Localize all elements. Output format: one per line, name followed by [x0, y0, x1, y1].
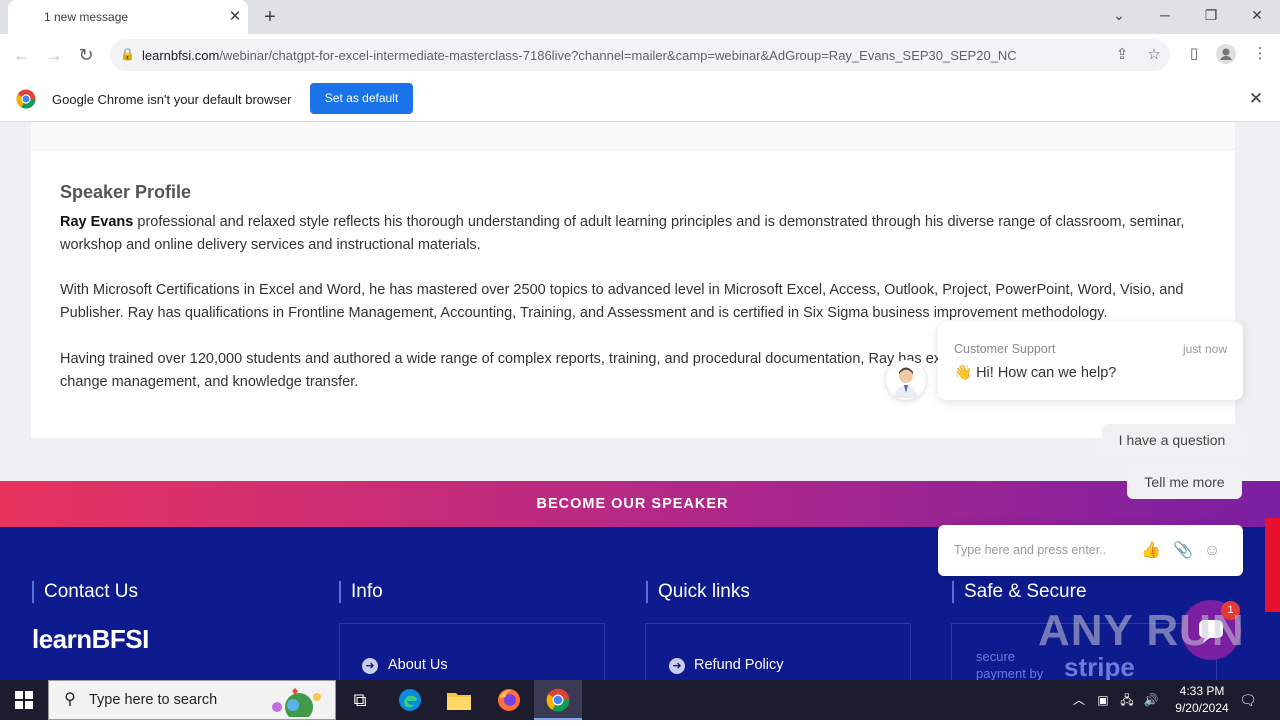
profile-avatar-icon[interactable] [1214, 42, 1238, 66]
speaker-bio-paragraph-2: With Microsoft Certifications in Excel a… [60, 282, 1184, 321]
stripe-logo: stripe [1064, 652, 1135, 680]
chat-input-box: Type here and press enter.. 👍 📎 ☺ [938, 525, 1243, 576]
tab-search-icon[interactable]: ⌄ [1104, 4, 1134, 26]
arrow-circle-icon: ➜ [362, 658, 378, 674]
lock-icon[interactable]: 🔒 [120, 47, 135, 61]
bookmark-star-icon[interactable]: ☆ [1142, 43, 1166, 67]
close-window-button[interactable]: ✕ [1242, 4, 1272, 26]
become-speaker-banner[interactable]: BECOME OUR SPEAKER [0, 481, 1280, 527]
task-view-icon[interactable]: ⧉ [336, 680, 384, 720]
page-content: Speaker Profile Ray Evans professional a… [0, 122, 1280, 680]
url-path: /webinar/chatgpt-for-excel-intermediate-… [219, 48, 1017, 63]
info-links-box [339, 623, 605, 680]
network-icon[interactable]: 🖧 [1118, 692, 1136, 708]
tray-chevron-up-icon[interactable]: ︿ [1070, 692, 1088, 708]
notification-center-icon[interactable]: 🗨 [1238, 690, 1258, 710]
feedback-tab[interactable] [1265, 518, 1280, 612]
reload-button[interactable]: ↻ [74, 43, 98, 67]
tab-close-icon[interactable]: ✕ [226, 8, 244, 26]
search-highlight-icon [261, 685, 331, 722]
infobar-close-icon[interactable]: ✕ [1246, 89, 1266, 109]
windows-start-icon[interactable] [0, 680, 48, 720]
windows-taskbar: ⚲ Type here to search ⧉ ︿ ▣ 🖧 🔊 4:33 PM … [0, 680, 1280, 722]
browser-tab[interactable]: 1 new message ✕ [8, 0, 248, 34]
arrow-circle-icon: ➜ [669, 658, 685, 674]
taskbar-search-box[interactable]: ⚲ Type here to search [48, 680, 336, 722]
thumbs-up-icon[interactable]: 👍 [1140, 540, 1162, 562]
browser-toolbar: ← → ↻ 🔒 learnbfsi.com/webinar/chatgpt-fo… [0, 34, 1280, 76]
back-button[interactable]: ← [10, 43, 34, 67]
minimize-button[interactable]: ─ [1150, 4, 1180, 26]
share-icon[interactable]: ⇪ [1110, 43, 1134, 67]
paperclip-icon[interactable]: 📎 [1172, 540, 1194, 562]
quick-reply-tell-more[interactable]: Tell me more [1127, 466, 1242, 499]
url-host: learnbfsi.com [142, 48, 220, 63]
chat-message-bubble: Customer Support just now 👋 Hi! How can … [938, 322, 1243, 400]
new-tab-button[interactable]: + [258, 6, 282, 28]
footer-info-title: Info [339, 581, 383, 603]
footer-safe-secure-title: Safe & Secure [952, 581, 1087, 603]
emoji-icon[interactable]: ☺ [1201, 540, 1223, 562]
tab-strip: 1 new message ✕ + ⌄ ─ ❐ ✕ [0, 0, 1280, 34]
clock-date[interactable]: 9/20/2024 [1166, 701, 1238, 715]
infobar-message: Google Chrome isn't your default browser [52, 92, 292, 107]
about-us-link[interactable]: About Us [388, 657, 448, 673]
default-browser-infobar: Google Chrome isn't your default browser… [0, 76, 1280, 122]
chat-timestamp: just now [1182, 342, 1227, 356]
forward-button[interactable]: → [42, 43, 66, 67]
menu-kebab-icon[interactable]: ⋮ [1248, 42, 1272, 66]
speaker-bio-text-1: professional and relaxed style reflects … [60, 214, 1185, 253]
quick-reply-question[interactable]: I have a question [1102, 424, 1242, 457]
chat-greeting-message: 👋 Hi! How can we help? [954, 365, 1117, 381]
chat-agent-name: Customer Support [954, 342, 1056, 356]
restore-button[interactable]: ❐ [1196, 4, 1226, 26]
volume-icon[interactable]: 🔊 [1142, 692, 1160, 708]
side-panel-icon[interactable]: ▯ [1182, 42, 1206, 66]
secure-payment-text: secure payment by [976, 649, 1044, 680]
speaker-name: Ray Evans [60, 214, 134, 230]
edge-icon[interactable] [386, 680, 434, 720]
learnbfsi-logo[interactable]: learnBFSI [32, 624, 149, 655]
chrome-logo-icon [16, 89, 36, 114]
firefox-icon[interactable] [485, 680, 533, 720]
footer-contact-title: Contact Us [32, 581, 138, 603]
become-speaker-label: BECOME OUR SPEAKER [536, 496, 729, 512]
tray-device-icon[interactable]: ▣ [1094, 692, 1112, 708]
card-divider [31, 122, 1235, 150]
url-text: learnbfsi.com/webinar/chatgpt-for-excel-… [142, 48, 1017, 63]
address-bar[interactable]: 🔒 learnbfsi.com/webinar/chatgpt-for-exce… [110, 39, 1170, 71]
speaker-bio-paragraph-1: Ray Evans professional and relaxed style… [60, 211, 1210, 257]
set-as-default-button[interactable]: Set as default [310, 83, 413, 114]
speaker-profile-heading: Speaker Profile [60, 182, 192, 202]
anyrun-watermark: ANY RUN [1038, 606, 1245, 655]
file-explorer-icon[interactable] [435, 680, 483, 720]
clock-time[interactable]: 4:33 PM [1172, 684, 1232, 698]
footer-quick-links-title: Quick links [646, 581, 750, 603]
chrome-taskbar-icon[interactable] [534, 680, 582, 720]
support-agent-avatar [886, 360, 926, 400]
refund-policy-link[interactable]: Refund Policy [694, 657, 783, 673]
secure-payment-label: secure payment by [976, 648, 1043, 680]
taskbar-search-placeholder: Type here to search [89, 692, 218, 708]
tab-title: 1 new message [44, 10, 129, 24]
search-icon: ⚲ [64, 691, 76, 708]
chat-message-input[interactable]: Type here and press enter.. [954, 543, 1134, 557]
